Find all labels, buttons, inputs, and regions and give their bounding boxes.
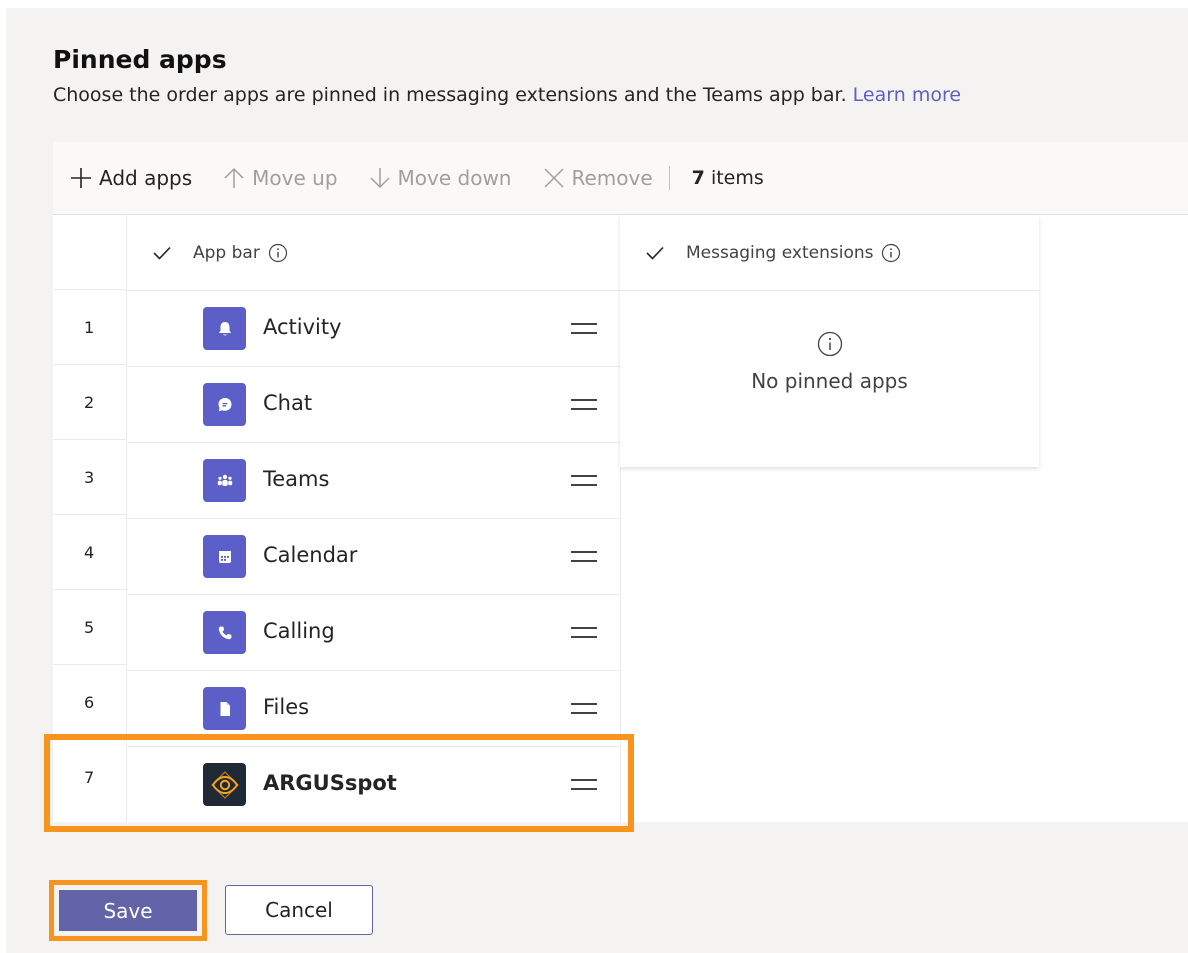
table-row[interactable]: ARGUSspot — [127, 747, 620, 822]
row-number: 1 — [53, 290, 126, 365]
app-name: Activity — [263, 315, 342, 339]
row-number: 2 — [53, 365, 126, 440]
remove-button[interactable]: Remove — [542, 158, 653, 198]
calendar-icon — [203, 535, 246, 578]
app-name: Chat — [263, 391, 313, 415]
move-up-button[interactable]: Move up — [222, 158, 338, 198]
bell-icon — [203, 307, 246, 350]
app-name: Files — [263, 695, 310, 719]
move-down-label: Move down — [397, 166, 512, 190]
items-count-number: 7 — [691, 167, 705, 189]
page-subtitle: Choose the order apps are pinned in mess… — [53, 84, 961, 106]
info-icon[interactable] — [268, 243, 288, 263]
empty-state-message: No pinned apps — [751, 369, 908, 393]
cancel-button[interactable]: Cancel — [225, 885, 373, 935]
app-name: Calendar — [263, 543, 358, 567]
highlight-outline-save: Save — [49, 880, 207, 941]
move-up-label: Move up — [252, 166, 338, 190]
arrow-down-icon — [370, 168, 390, 189]
row-number: 5 — [53, 590, 126, 665]
table-row[interactable]: Calendar — [127, 519, 620, 595]
drag-handle-icon[interactable] — [571, 545, 597, 567]
move-down-button[interactable]: Move down — [368, 158, 512, 198]
drag-handle-icon[interactable] — [571, 393, 597, 415]
row-number-column: 1 2 3 4 5 6 7 — [53, 215, 127, 822]
empty-state: No pinned apps — [620, 331, 1039, 393]
drag-handle-icon[interactable] — [571, 317, 597, 339]
app-bar-header-label: App bar — [193, 242, 260, 263]
plus-icon — [71, 168, 91, 188]
drag-handle-icon[interactable] — [571, 621, 597, 643]
items-count-label: items — [710, 167, 764, 189]
drag-handle-icon[interactable] — [571, 773, 597, 795]
page-title: Pinned apps — [53, 45, 227, 74]
toolbar: Add apps Move up Move down Remove 7 item… — [53, 142, 1188, 215]
toolbar-divider — [668, 166, 670, 190]
row-number: 6 — [53, 665, 126, 740]
file-icon — [203, 687, 246, 730]
arrow-up-icon — [224, 167, 244, 188]
app-bar-header: App bar — [127, 215, 620, 291]
table-row[interactable]: Teams — [127, 443, 620, 519]
table-row[interactable]: Activity — [127, 291, 620, 367]
app-name: Calling — [263, 619, 335, 643]
add-apps-label: Add apps — [99, 166, 193, 190]
remove-label: Remove — [571, 166, 653, 190]
phone-icon — [203, 611, 246, 654]
row-number: 3 — [53, 440, 126, 515]
table-row[interactable]: Chat — [127, 367, 620, 443]
row-number: 4 — [53, 515, 126, 590]
learn-more-link[interactable]: Learn more — [853, 84, 961, 106]
app-name: ARGUSspot — [263, 771, 397, 795]
info-icon[interactable] — [881, 243, 901, 263]
teams-icon — [203, 459, 246, 502]
info-icon — [817, 331, 842, 357]
app-bar-column: App bar Activity Chat Teams Calendar Cal… — [127, 215, 621, 822]
subtitle-text: Choose the order apps are pinned in mess… — [53, 84, 847, 106]
drag-handle-icon[interactable] — [571, 469, 597, 491]
checkmark-icon — [646, 246, 664, 260]
argus-eye-icon — [203, 763, 246, 806]
table-row[interactable]: Calling — [127, 595, 620, 671]
row-number-header — [53, 215, 126, 290]
row-number: 7 — [84, 768, 95, 787]
table-row[interactable]: Files — [127, 671, 620, 747]
chat-icon — [203, 383, 246, 426]
add-apps-button[interactable]: Add apps — [69, 158, 192, 198]
items-count: 7 items — [692, 167, 764, 189]
app-name: Teams — [263, 467, 330, 491]
close-icon — [543, 168, 564, 188]
pinned-apps-table: 1 2 3 4 5 6 7 App bar Activity Chat Team… — [53, 215, 1188, 822]
messaging-extensions-column: Messaging extensions No pinned apps — [620, 215, 1039, 467]
messaging-extensions-header: Messaging extensions — [620, 215, 1039, 291]
drag-handle-icon[interactable] — [571, 697, 597, 719]
messaging-extensions-header-label: Messaging extensions — [686, 242, 874, 263]
save-button[interactable]: Save — [59, 890, 197, 931]
checkmark-icon — [153, 246, 171, 260]
